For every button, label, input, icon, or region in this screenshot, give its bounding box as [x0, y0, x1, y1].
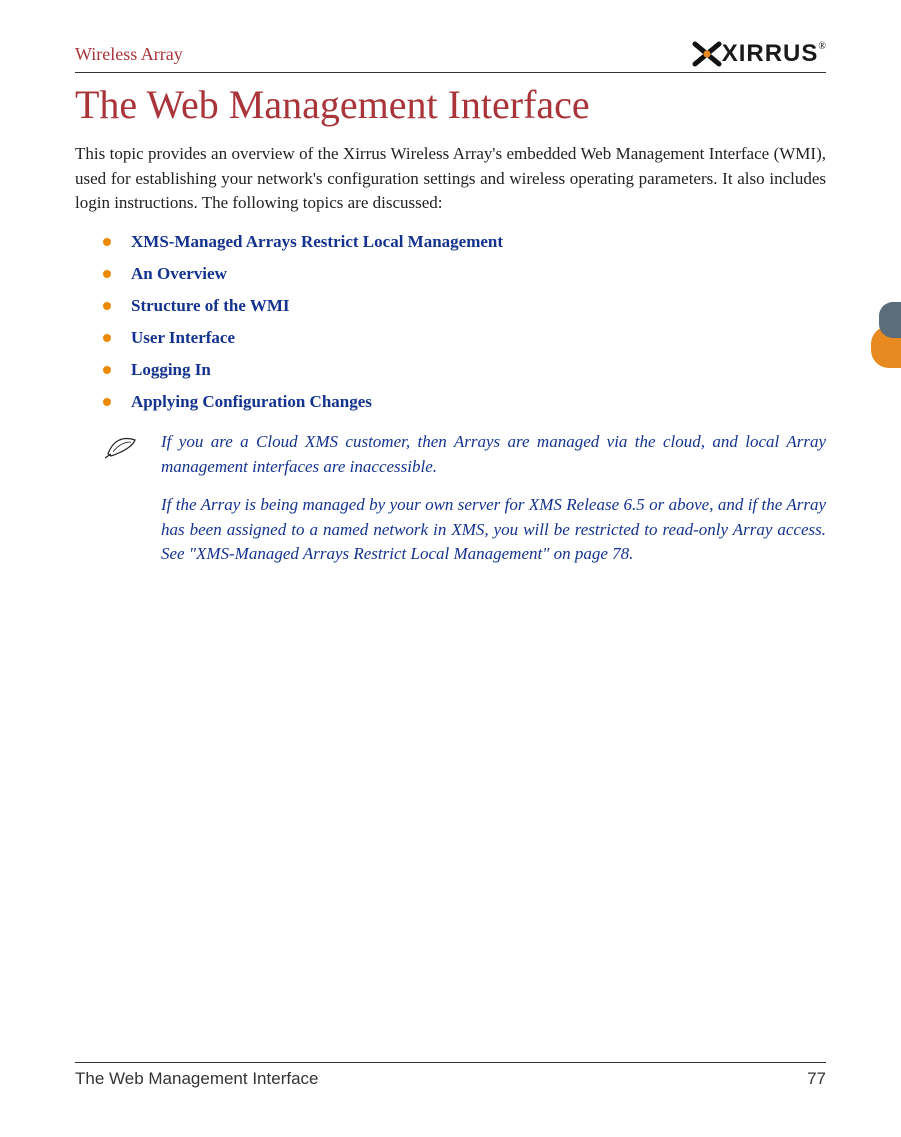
topic-link[interactable]: XMS-Managed Arrays Restrict Local Manage… [131, 232, 503, 251]
list-item: Applying Configuration Changes [103, 392, 826, 412]
page-title: The Web Management Interface [75, 81, 826, 128]
note-paragraph-2: If the Array is being managed by your ow… [161, 493, 826, 567]
registered-mark: ® [818, 41, 826, 52]
note-block: If you are a Cloud XMS customer, then Ar… [103, 430, 826, 479]
list-item: Structure of the WMI [103, 296, 826, 316]
brand-text: XIRRUS [722, 40, 819, 68]
list-item: An Overview [103, 264, 826, 284]
page-header: Wireless Array XIRRUS ® [75, 40, 826, 68]
page-number: 77 [807, 1069, 826, 1089]
list-item: Logging In [103, 360, 826, 380]
topic-link[interactable]: An Overview [131, 264, 227, 283]
note-icon [103, 432, 143, 467]
intro-paragraph: This topic provides an overview of the X… [75, 142, 826, 216]
header-breadcrumb: Wireless Array [75, 44, 183, 65]
footer-rule [75, 1062, 826, 1063]
topic-link[interactable]: User Interface [131, 328, 235, 347]
footer-section-title: The Web Management Interface [75, 1069, 319, 1089]
note-paragraph-1: If you are a Cloud XMS customer, then Ar… [161, 430, 826, 479]
page-footer: The Web Management Interface 77 [75, 1062, 826, 1089]
topic-link[interactable]: Applying Configuration Changes [131, 392, 372, 411]
x-logo-icon [692, 41, 722, 67]
topic-list: XMS-Managed Arrays Restrict Local Manage… [103, 232, 826, 412]
topic-link[interactable]: Logging In [131, 360, 211, 379]
header-rule [75, 72, 826, 73]
brand-logo: XIRRUS ® [692, 40, 826, 68]
list-item: XMS-Managed Arrays Restrict Local Manage… [103, 232, 826, 252]
list-item: User Interface [103, 328, 826, 348]
topic-link[interactable]: Structure of the WMI [131, 296, 290, 315]
page-edge-tab-dark [879, 302, 901, 338]
